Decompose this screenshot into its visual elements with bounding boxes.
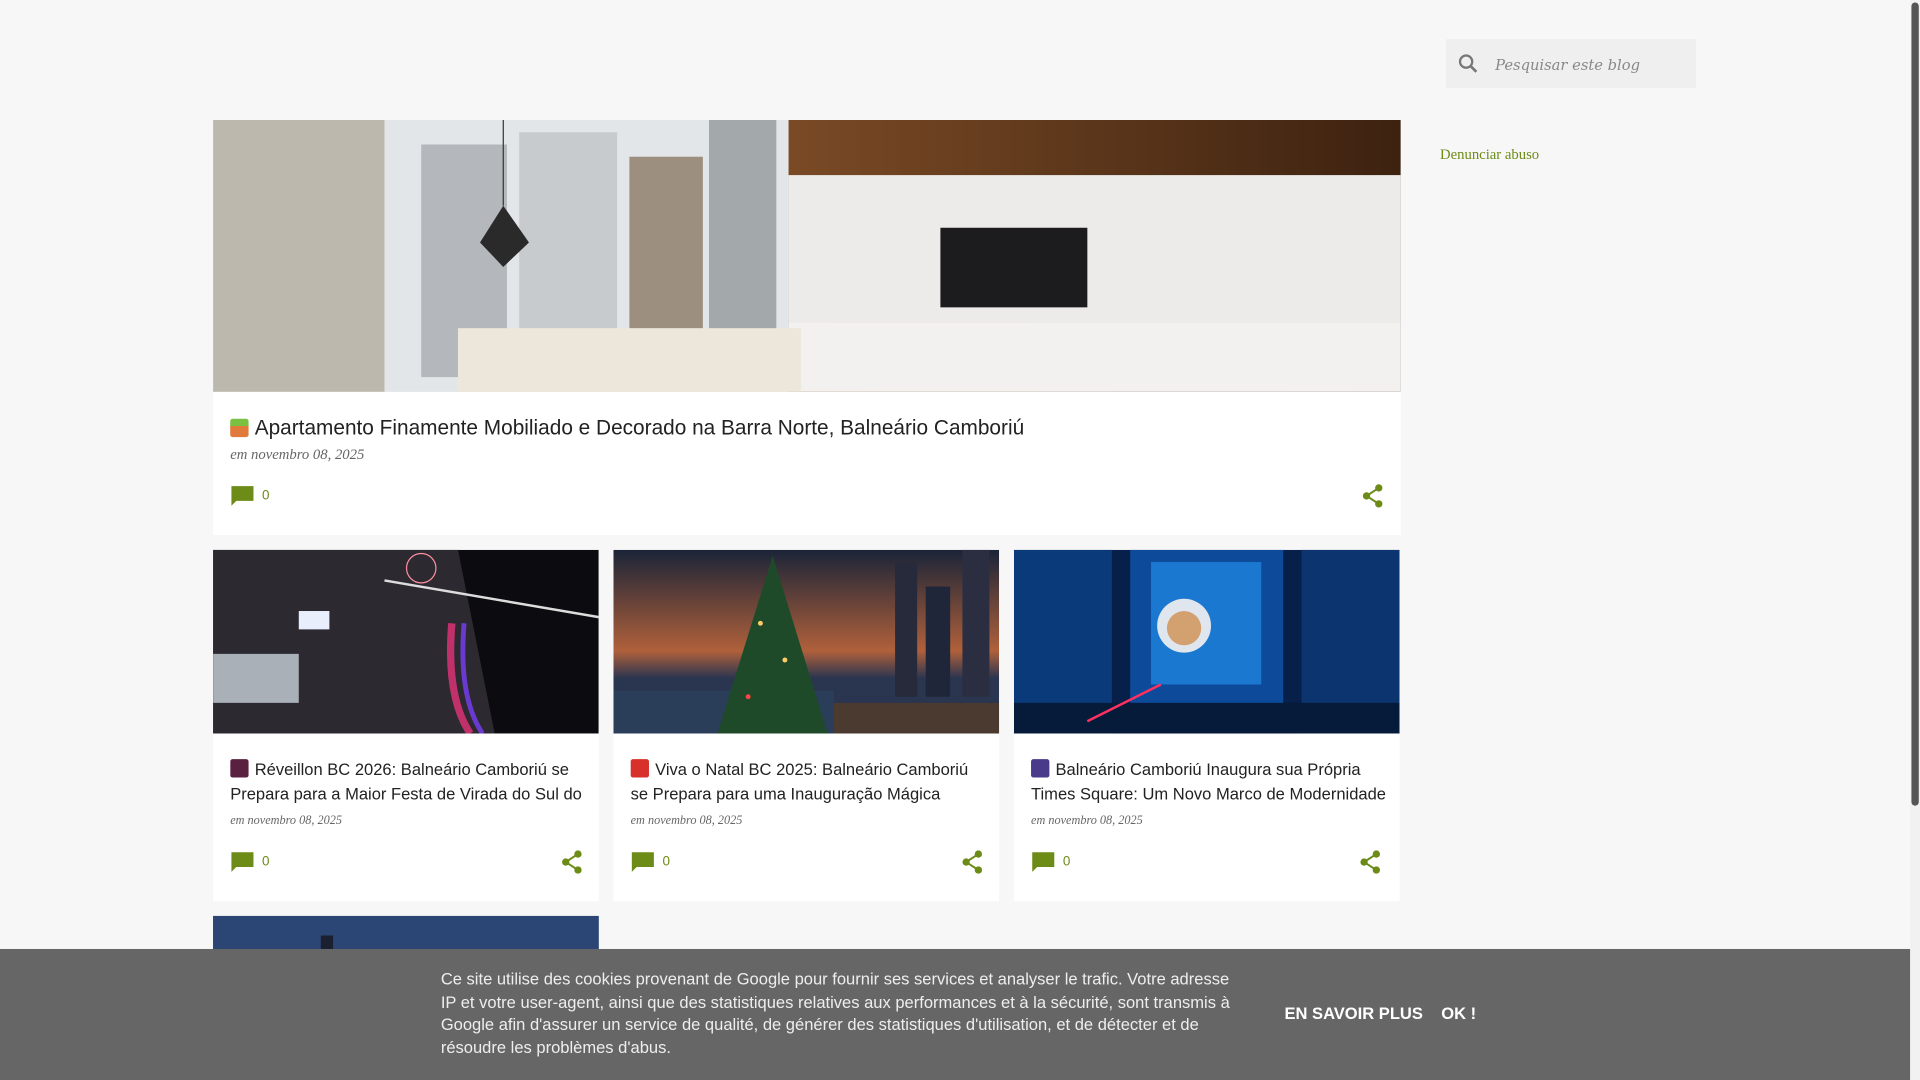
search-box[interactable] [1446,39,1696,91]
featured-post-title-text[interactable]: Apartamento Finamente Mobiliado e Decora… [255,416,1024,439]
post-date: em novembro 08, 2025 [230,814,342,828]
scrollbar-thumb[interactable] [1911,2,1919,806]
comment-count: 0 [662,854,670,870]
post-card: Viva o Natal BC 2025: Balneário Camboriú… [613,549,1000,902]
comment-icon [631,852,654,872]
post-card: Réveillon BC 2026: Balneário Camboriú se… [213,549,599,902]
santa-emoji-icon [630,759,649,778]
post-image[interactable] [613,549,1000,734]
post-date: em novembro 08, 2025 [1031,814,1143,828]
post-title[interactable]: Balneário Camboriú Inaugura sua Própria … [1031,758,1386,807]
comments-link[interactable]: 0 [1031,851,1070,873]
share-icon[interactable] [961,850,983,874]
post-date: em novembro 08, 2025 [230,445,365,463]
report-abuse-link[interactable]: Denunciar abuso [1440,146,1539,164]
post-image[interactable] [1013,549,1400,734]
featured-post-title[interactable]: Apartamento Finamente Mobiliado e Decora… [230,416,1024,440]
night-city-emoji-icon [1031,759,1050,778]
post-image[interactable] [213,549,599,734]
search-icon[interactable] [1456,51,1480,75]
comment-icon [231,852,254,872]
post-title[interactable]: Viva o Natal BC 2025: Balneário Camboriú… [630,758,986,807]
cookie-banner: Ce site utilise des cookies provenant de… [0,948,1911,1080]
featured-post: Apartamento Finamente Mobiliado e Decora… [213,120,1401,536]
comments-link[interactable]: 0 [230,851,270,873]
post-title[interactable]: Réveillon BC 2026: Balneário Camboriú se… [230,758,585,807]
post-date: em novembro 08, 2025 [630,814,743,828]
share-icon[interactable] [561,850,583,874]
cookie-text: Ce site utilise des cookies provenant de… [440,969,1230,1057]
house-emoji-icon [230,418,249,438]
featured-post-image[interactable] [213,120,1401,392]
search-input[interactable] [1492,39,1694,91]
ok-button[interactable]: OK ! [1441,1004,1476,1022]
comments-link[interactable]: 0 [631,851,670,873]
share-icon[interactable] [1359,850,1381,874]
comments-link[interactable]: 0 [230,485,270,507]
post-card: Balneário Camboriú Inaugura sua Própria … [1013,549,1400,902]
scrollbar[interactable] [1910,0,1920,1080]
comment-count: 0 [262,854,270,870]
fireworks-emoji-icon [230,759,249,778]
learn-more-button[interactable]: EN SAVOIR PLUS [1284,1004,1422,1022]
comment-icon [231,486,254,506]
comment-count: 0 [262,488,270,504]
share-icon[interactable] [1362,484,1384,508]
comment-count: 0 [1062,854,1071,870]
comment-icon [1032,852,1055,872]
